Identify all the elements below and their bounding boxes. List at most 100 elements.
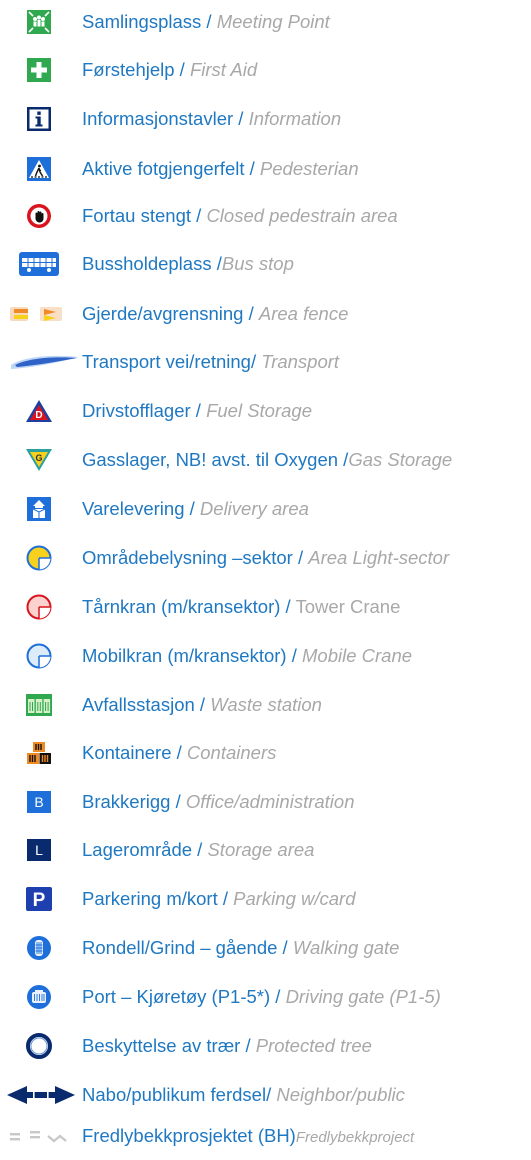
item-label-no: Informasjonstavler (82, 108, 234, 129)
legend: Samlingsplass / Meeting Point Førstehjel… (0, 0, 531, 1160)
item-label-no: Port – Kjøretøy (P1-5*) (82, 986, 271, 1007)
item-separator: / (233, 108, 249, 129)
item-label-en: Area fence (258, 303, 349, 324)
item-label-no: Parkering m/kort (82, 888, 218, 909)
legend-item-parking: P Parkering m/kort / Parking w/card (0, 877, 531, 921)
information-icon (8, 102, 70, 136)
meeting-point-icon (8, 5, 70, 39)
legend-item-protected-tree: Beskyttelse av trær / Protected tree (0, 1024, 531, 1068)
legend-item-pedestrian: Aktive fotgjengerfelt / Pedesterian (0, 147, 531, 191)
walking-gate-icon (8, 931, 70, 965)
item-label-no: Avfallsstasjon (82, 694, 195, 715)
item-separator: / (184, 498, 200, 519)
closed-pedestrian-icon (8, 199, 70, 233)
item-separator: / (170, 791, 186, 812)
item-label-no: Transport vei/retning/ (82, 351, 257, 372)
item-label-en: Containers (186, 742, 277, 763)
parking-badge-letter: P (33, 890, 46, 911)
item-label-no: Lagerområde (82, 839, 193, 860)
office-badge-letter: B (34, 794, 43, 810)
item-separator: / (190, 400, 207, 421)
item-separator: / (292, 547, 309, 568)
item-label-en: Protected tree (255, 1035, 372, 1056)
item-separator: / (240, 1035, 256, 1056)
item-label-en: Fuel Storage (206, 400, 313, 421)
storage-badge-letter: L (35, 842, 43, 858)
item-separator: / (171, 742, 187, 763)
item-label-no: Mobilkran (m/kransektor) (82, 645, 287, 666)
item-label-no: Beskyttelse av trær (82, 1035, 241, 1056)
item-label-no: Gasslager, NB! avst. til Oxygen (82, 449, 339, 470)
item-separator: / (191, 205, 207, 226)
legend-item-information: Informasjonstavler / Information (0, 97, 531, 141)
item-label-no: Varelevering (82, 498, 185, 519)
item-label-no: Gjerde/avgrensning (82, 303, 244, 324)
protected-tree-icon (8, 1029, 70, 1063)
legend-item-closed-pedestrian: Fortau stengt / Closed pedestrain area (0, 194, 531, 238)
item-label-en: Gas Storage (348, 449, 453, 470)
item-label-en: Mobile Crane (302, 645, 413, 666)
legend-item-gas-storage: G Gasslager, NB! avst. til Oxygen /Gas S… (0, 438, 531, 482)
item-label-en: Pedesterian (259, 158, 359, 179)
legend-item-containers: Kontainere / Containers (0, 731, 531, 775)
tower-crane-icon (8, 590, 70, 624)
item-label-en: Transport (261, 351, 340, 372)
item-label-en: Tower Crane (295, 596, 401, 617)
svg-text:G: G (35, 453, 42, 463)
fuel-storage-icon: D (8, 394, 70, 428)
bus-stop-icon (8, 247, 70, 281)
parking-icon: P (8, 882, 70, 916)
item-separator: / (192, 839, 208, 860)
area-fence-icon (8, 297, 70, 331)
item-label-no: Kontainere (82, 742, 172, 763)
item-label-no: Rondell/Grind – gående (82, 937, 278, 958)
item-separator: / (280, 596, 296, 617)
legend-item-fuel-storage: D Drivstofflager / Fuel Storage (0, 389, 531, 433)
gas-storage-icon: G (8, 443, 70, 477)
item-label-en: Parking w/card (233, 888, 356, 909)
item-separator: / (244, 158, 260, 179)
item-label-en: Office/administration (185, 791, 355, 812)
transport-route-icon (8, 345, 82, 379)
legend-item-tower-crane: Tårnkran (m/kransektor) / Tower Crane (0, 585, 531, 629)
svg-text:D: D (35, 410, 42, 421)
item-label-no: Nabo/publikum ferdsel/ (82, 1084, 272, 1105)
item-label-en: Closed pedestrain area (206, 205, 398, 226)
item-label-no: Fredlybekkprosjektet (BH) (82, 1125, 296, 1146)
legend-item-first-aid: Førstehjelp / First Aid (0, 48, 531, 92)
item-separator: / (217, 888, 234, 909)
item-label-en: Neighbor/public (276, 1084, 405, 1105)
legend-item-office: B Brakkerigg / Office/administration (0, 780, 531, 824)
legend-item-area-fence: Gjerde/avgrensning / Area fence (0, 292, 531, 336)
item-label-no: Aktive fotgjengerfelt (82, 158, 245, 179)
first-aid-icon (8, 53, 70, 87)
item-label-no: Tårnkran (m/kransektor) (82, 596, 281, 617)
legend-item-mobile-crane: Mobilkran (m/kransektor) / Mobile Crane (0, 634, 531, 678)
item-label-en: First Aid (189, 59, 258, 80)
item-label-no: Samlingsplass (82, 11, 202, 32)
item-label-en: Walking gate (292, 937, 400, 958)
legend-item-transport: Transport vei/retning/ Transport (0, 340, 531, 384)
delivery-area-icon (8, 492, 70, 526)
item-label-en: Fredlybekkproject (295, 1129, 415, 1146)
storage-l-icon: L (8, 833, 70, 867)
item-label-en: Driving gate (P1-5) (285, 986, 441, 1007)
legend-item-waste-station: Avfallsstasjon / Waste station (0, 683, 531, 727)
item-label-no: Fortau stengt (82, 205, 192, 226)
office-b-icon: B (8, 785, 70, 819)
item-separator: / (211, 253, 222, 274)
item-label-no: Førstehjelp (82, 59, 175, 80)
item-separator: / (174, 59, 190, 80)
item-label-no: Drivstofflager (82, 400, 191, 421)
legend-item-project-boundary: Fredlybekkprosjektet (BH)Fredlybekkproje… (0, 1115, 531, 1159)
item-label-no: Bussholdeplass (82, 253, 212, 274)
item-label-en: Delivery area (199, 498, 309, 519)
item-label-en: Storage area (207, 839, 315, 860)
mobile-crane-icon (8, 639, 70, 673)
legend-item-area-light: Områdebelysning –sektor / Area Light-sec… (0, 536, 531, 580)
item-label-no: Områdebelysning –sektor (82, 547, 293, 568)
item-separator: / (243, 303, 259, 324)
item-separator: / (270, 986, 286, 1007)
item-separator: / (286, 645, 302, 666)
item-separator: / (277, 937, 293, 958)
